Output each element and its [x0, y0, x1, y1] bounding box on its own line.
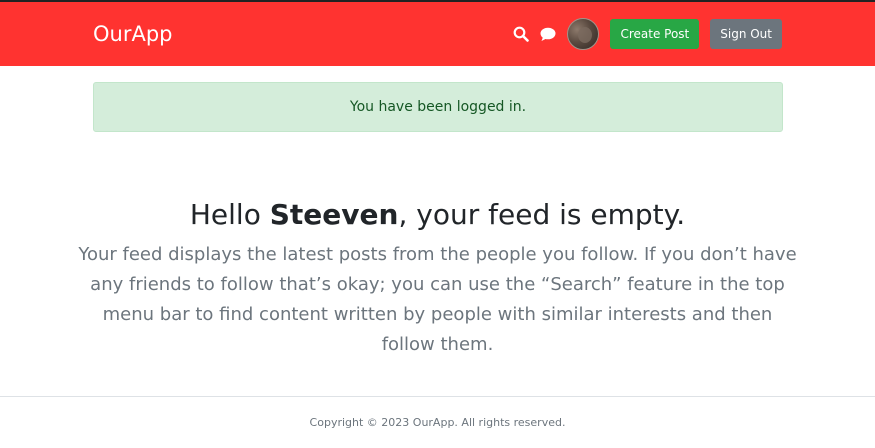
- copyright-text: Copyright © 2023 OurApp. All rights rese…: [309, 416, 566, 429]
- feed-description: Your feed displays the latest posts from…: [78, 244, 797, 355]
- create-post-button[interactable]: Create Post: [610, 19, 700, 49]
- search-icon[interactable]: [510, 23, 532, 45]
- login-success-alert: You have been logged in.: [93, 82, 783, 132]
- sign-out-button[interactable]: Sign Out: [710, 19, 782, 49]
- feed-heading: Hello Steeven, your feed is empty.: [0, 198, 875, 232]
- brand-logo[interactable]: OurApp: [93, 22, 510, 46]
- chat-icon[interactable]: [537, 23, 559, 45]
- top-navbar: OurApp Create Post Sign Out: [0, 2, 875, 66]
- greeting-prefix: Hello: [189, 198, 270, 231]
- alert-message: You have been logged in.: [349, 99, 527, 115]
- greeting-suffix: , your feed is empty.: [398, 198, 686, 231]
- empty-feed-section: Hello Steeven, your feed is empty. Your …: [0, 198, 875, 360]
- user-avatar[interactable]: [567, 18, 600, 50]
- page-footer: Copyright © 2023 OurApp. All rights rese…: [0, 396, 875, 429]
- nav-actions: Create Post Sign Out: [510, 18, 782, 50]
- username: Steeven: [269, 198, 399, 231]
